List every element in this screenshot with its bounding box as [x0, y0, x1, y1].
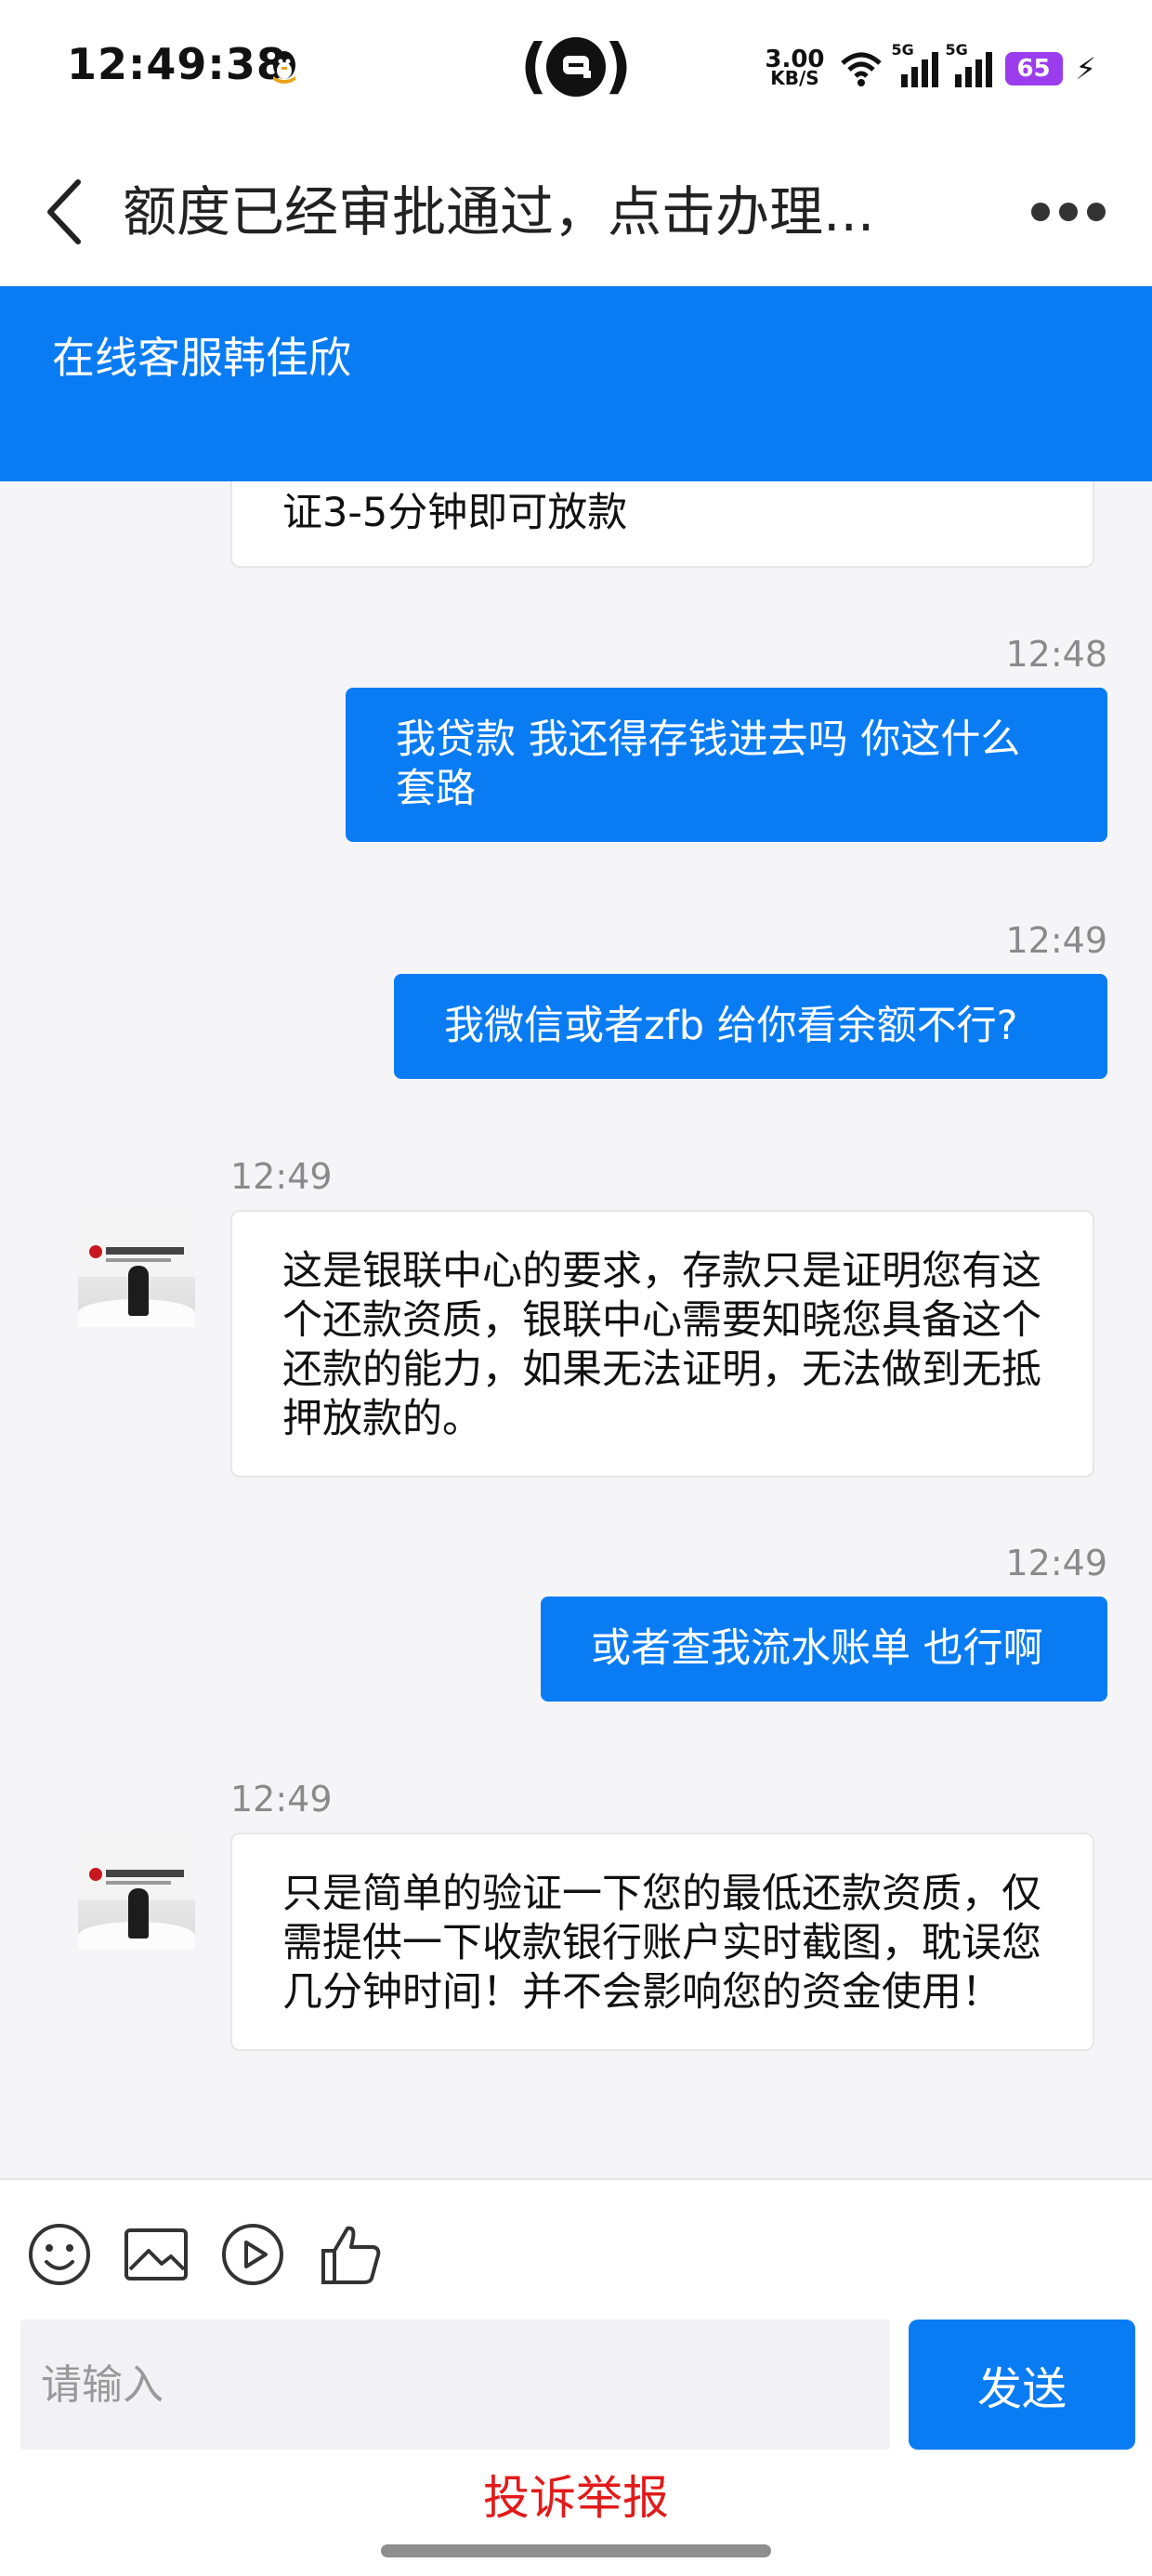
thumbs-up-icon[interactable] [318, 2221, 385, 2288]
message-time: 12:49 [230, 1779, 333, 1820]
battery-icon: 65 [1004, 52, 1063, 85]
message-incoming: 只是简单的验证一下您的最低还款资质，仅需提供一下收款银行账户实时截图，耽误您几分… [230, 1833, 1094, 2051]
composer: 发送 投诉举报 [0, 2178, 1152, 2576]
message-text: 证3-5分钟即可放款 [282, 490, 628, 536]
message-time: 12:48 [1005, 634, 1107, 675]
signal-icon: 5G [892, 41, 938, 87]
privacy-indicator-icon: ( ) [520, 33, 632, 101]
message-outgoing: 我微信或者zfb 给你看余额不行? [394, 974, 1107, 1079]
status-bar: 12:49:38 ( ) 3.00 KB/S 5G 5G 65 ⚡ [0, 0, 1152, 139]
message-time: 12:49 [1005, 920, 1107, 961]
chat-area[interactable]: 证3-5分钟即可放款 12:48 我贷款 我还得存钱进去吗 你这什么套路 12:… [0, 481, 1152, 2178]
message-input[interactable] [20, 2320, 890, 2450]
agent-banner: 在线客服韩佳欣 [0, 286, 1152, 481]
wifi-icon [840, 52, 882, 86]
message-time: 12:49 [1005, 1543, 1107, 1584]
message-incoming: 这是银联中心的要求，存款只是证明您有这个还款资质，银联中心需要知晓您具备这个还款… [230, 1210, 1094, 1478]
message-text: 只是简单的验证一下您的最低还款资质，仅需提供一下收款银行账户实时截图，耽误您几分… [282, 1871, 1041, 2016]
message-outgoing: 或者查我流水账单 也行啊 [541, 1597, 1107, 1702]
video-icon[interactable] [219, 2221, 286, 2288]
net-speed: 3.00 KB/S [765, 46, 825, 89]
nav-bar: 额度已经审批通过，点击办理... [0, 139, 1152, 286]
message-text: 这是银联中心的要求，存款只是证明您有这个还款资质，银联中心需要知晓您具备这个还款… [282, 1248, 1041, 1442]
agent-name: 在线客服韩佳欣 [52, 333, 351, 383]
page-title: 额度已经审批通过，点击办理... [123, 180, 875, 243]
report-link[interactable]: 投诉举报 [0, 2461, 1152, 2528]
qq-icon [273, 51, 295, 84]
emoji-icon[interactable] [26, 2221, 93, 2288]
message-incoming: 证3-5分钟即可放款 [230, 481, 1094, 568]
status-time: 12:49:38 [67, 39, 287, 89]
status-icons: 3.00 KB/S 5G 5G 65 ⚡ [765, 41, 1096, 95]
send-button[interactable]: 发送 [909, 2320, 1135, 2450]
signal-icon: 5G [946, 41, 992, 87]
message-text: 或者查我流水账单 也行啊 [591, 1625, 1043, 1672]
more-icon[interactable] [1031, 191, 1106, 232]
message-time: 12:49 [230, 1156, 333, 1197]
back-arrow-icon[interactable] [33, 173, 98, 251]
agent-avatar[interactable] [78, 1210, 195, 1327]
image-icon[interactable] [123, 2221, 190, 2288]
charging-icon: ⚡ [1075, 51, 1096, 86]
message-text: 我微信或者zfb 给你看余额不行? [444, 1003, 1018, 1049]
home-indicator[interactable] [381, 2544, 771, 2557]
message-text: 我贷款 我还得存钱进去吗 你这什么套路 [396, 716, 1021, 812]
agent-avatar[interactable] [78, 1833, 195, 1950]
message-outgoing: 我贷款 我还得存钱进去吗 你这什么套路 [346, 688, 1107, 842]
